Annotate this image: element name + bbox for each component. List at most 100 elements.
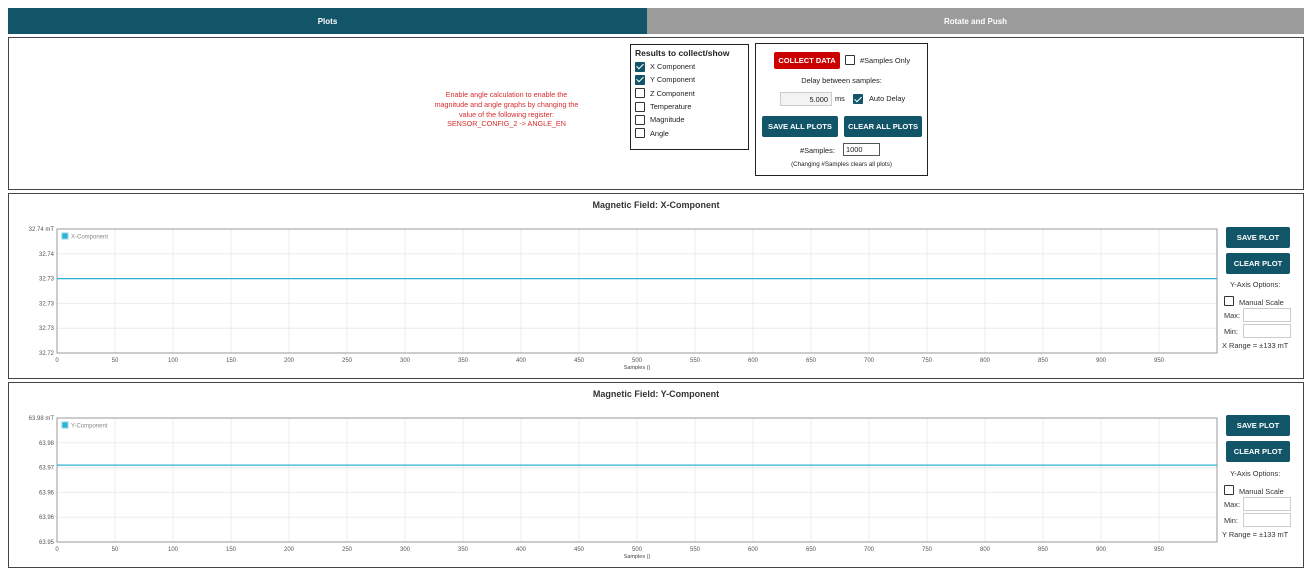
auto-delay-checkbox[interactable] (853, 94, 863, 104)
manual-scale-checkbox[interactable] (1224, 296, 1234, 306)
max-input[interactable] (1243, 497, 1291, 511)
result-option-y-component[interactable]: Y Component (635, 73, 744, 86)
clear-plot-button[interactable]: CLEAR PLOT (1226, 253, 1290, 274)
y-tick-label: 32.73 (39, 277, 55, 283)
results-title: Results to collect/show (635, 48, 730, 58)
result-option-x-component[interactable]: X Component (635, 60, 744, 73)
max-input[interactable] (1243, 308, 1291, 322)
collect-data-box: COLLECT DATA #Samples Only Delay between… (755, 43, 928, 176)
plot-panel-x: Magnetic Field: X-Component 0 50 100 150 200… (8, 193, 1304, 379)
x-tick-label: 700 (864, 358, 875, 364)
x-tick-label: 250 (342, 547, 353, 553)
result-option-magnitude[interactable]: Magnitude (635, 113, 744, 126)
result-checkbox[interactable] (635, 114, 645, 125)
x-tick-label: 600 (748, 358, 759, 364)
tab-bar: Plots Rotate and Push (8, 8, 1304, 34)
manual-scale-label: Manual Scale (1239, 487, 1284, 496)
tab-plots[interactable]: Plots (8, 8, 647, 34)
x-tick-label: 500 (632, 547, 643, 553)
samples-only-checkbox[interactable] (845, 55, 855, 65)
range-text: X Range = ±133 mT (1222, 341, 1289, 350)
x-tick-label: 50 (112, 547, 119, 553)
legend-label[interactable]: Y-Component (71, 424, 108, 430)
result-checkbox[interactable] (635, 128, 645, 139)
x-tick-label: 550 (690, 547, 701, 553)
x-tick-label: 800 (980, 547, 991, 553)
x-tick-label: 900 (1096, 547, 1107, 553)
x-tick-label: 850 (1038, 547, 1049, 553)
result-checkbox[interactable] (635, 74, 645, 85)
x-tick-label: 0 (55, 547, 59, 553)
result-option-label: X Component (650, 62, 696, 72)
y-tick-label: 63.98 mT (29, 416, 55, 422)
results-to-collect-box: Results to collect/show X Component Y Com… (630, 44, 749, 150)
y-tick-label: 32.74 mT (29, 227, 55, 233)
legend-swatch[interactable] (61, 421, 69, 429)
y-tick-label: 63.95 (39, 540, 55, 546)
result-option-label: Angle (650, 128, 669, 138)
max-label: Max: (1224, 500, 1241, 509)
y-axis-options-label: Y-Axis Options: (1230, 469, 1281, 478)
x-tick-label: 150 (226, 358, 237, 364)
x-tick-label: 550 (690, 358, 701, 364)
clear-all-plots-button[interactable]: CLEAR ALL PLOTS (844, 116, 922, 137)
x-tick-label: 250 (342, 358, 353, 364)
x-tick-label: 600 (748, 547, 759, 553)
min-label: Min: (1224, 327, 1238, 336)
max-label: Max: (1224, 311, 1241, 320)
result-option-label: Magnitude (650, 115, 685, 125)
x-tick-label: 700 (864, 547, 875, 553)
result-checkbox[interactable] (635, 88, 645, 99)
collect-data-button[interactable]: COLLECT DATA (774, 52, 840, 69)
y-tick-label: 63.96 (39, 515, 55, 521)
result-checkbox[interactable] (635, 61, 645, 72)
x-tick-label: 750 (922, 547, 933, 553)
manual-scale-checkbox[interactable] (1224, 485, 1234, 495)
result-checkbox[interactable] (635, 101, 645, 112)
samples-input[interactable]: 1000 (843, 143, 880, 156)
save-all-plots-button[interactable]: SAVE ALL PLOTS (762, 116, 838, 137)
save-plot-button[interactable]: SAVE PLOT (1226, 227, 1290, 248)
x-tick-label: 400 (516, 547, 527, 553)
x-tick-label: 650 (806, 547, 817, 553)
result-option-angle[interactable]: Angle (635, 126, 744, 139)
plot-panel-y: Magnetic Field: Y-Component 0 50 100 150 200… (8, 382, 1304, 568)
result-option-temperature[interactable]: Temperature (635, 100, 744, 113)
x-axis-label: Samples () (624, 554, 651, 560)
y-tick-label: 63.96 (39, 490, 55, 496)
x-tick-label: 450 (574, 547, 585, 553)
x-tick-label: 200 (284, 547, 295, 553)
delay-label: Delay between samples: (801, 76, 882, 85)
delay-input[interactable]: 5.000 (780, 92, 832, 106)
result-option-label: Y Component (650, 75, 696, 85)
x-component-chart: 0 50 100 150 200 250 300 350 400 450 500 550 600 650 7… (29, 227, 1218, 371)
y-axis-options-label: Y-Axis Options: (1230, 280, 1281, 289)
x-tick-label: 900 (1096, 358, 1107, 364)
min-input[interactable] (1243, 324, 1291, 338)
controls-panel: Enable angle calculation to enable the m… (8, 37, 1304, 190)
range-text: Y Range = ±133 mT (1222, 530, 1289, 539)
x-tick-label: 450 (574, 358, 585, 364)
save-plot-button[interactable]: SAVE PLOT (1226, 415, 1290, 436)
x-tick-label: 850 (1038, 358, 1049, 364)
y-tick-label: 63.97 (39, 466, 55, 472)
auto-delay-label: Auto Delay (869, 94, 906, 103)
x-tick-label: 950 (1154, 547, 1165, 553)
clear-plot-button[interactable]: CLEAR PLOT (1226, 441, 1290, 462)
x-tick-label: 100 (168, 547, 179, 553)
result-option-label: Z Component (650, 88, 695, 98)
legend-swatch[interactable] (61, 232, 69, 240)
x-tick-label: 500 (632, 358, 643, 364)
result-option-z-component[interactable]: Z Component (635, 87, 744, 100)
x-tick-label: 300 (400, 358, 411, 364)
y-tick-label: 32.73 (39, 301, 55, 307)
x-tick-label: 150 (226, 547, 237, 553)
y-component-chart: 0 50 100 150 200 250 300 350 400 450 500 550 600 650 7… (29, 416, 1218, 560)
min-input[interactable] (1243, 513, 1291, 527)
tab-rotate-and-push[interactable]: Rotate and Push (647, 8, 1304, 34)
y-tick-label: 32.73 (39, 326, 55, 332)
x-axis-label: Samples () (624, 365, 651, 371)
legend-label[interactable]: X-Component (71, 235, 108, 241)
y-tick-label: 63.98 (39, 441, 55, 447)
samples-only-label: #Samples Only (860, 56, 911, 65)
